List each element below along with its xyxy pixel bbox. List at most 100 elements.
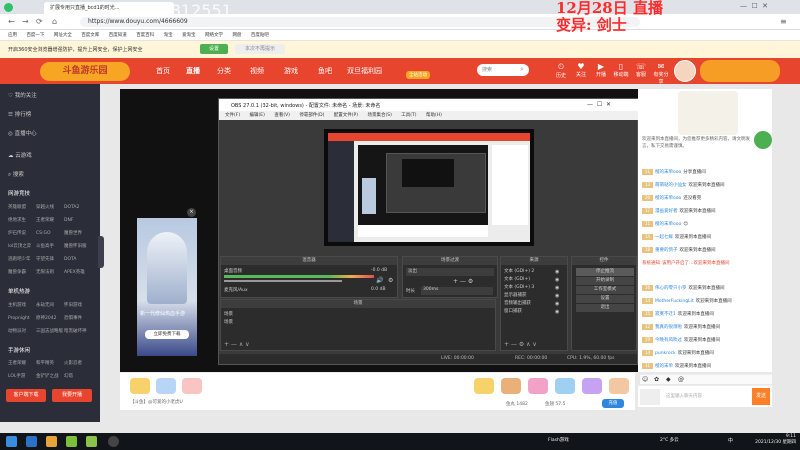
category-row[interactable]: 英雄联盟 穿越火线 DOTA2 xyxy=(8,204,96,210)
nav-fishbar[interactable]: 鱼吧 xyxy=(318,66,332,76)
share-icon[interactable]: ✉ 有奖分享 xyxy=(652,62,670,85)
obs-preview[interactable] xyxy=(324,129,534,246)
search-icon[interactable]: ⌕ xyxy=(520,65,524,74)
obs-menu-profile[interactable]: 配置文件(P) xyxy=(334,113,358,118)
gift-item-icon[interactable] xyxy=(609,378,629,394)
bookmark-item[interactable]: 淘宝 xyxy=(164,33,173,38)
bookmark-item[interactable]: 爱淘宝 xyxy=(182,33,196,38)
source-item[interactable]: 音频输出捕获 xyxy=(504,300,531,306)
ime-language[interactable]: 中 xyxy=(728,437,733,444)
category-row[interactable]: 魔兽争霸 无限法则 APEX英雄 xyxy=(8,269,96,275)
forward-icon[interactable]: → xyxy=(22,17,29,26)
fan-badge-icon[interactable]: ◆ xyxy=(666,376,671,383)
ad-close-icon[interactable]: × xyxy=(187,208,196,217)
scene-item[interactable]: 场景 xyxy=(224,311,233,317)
obs-menu-tools[interactable]: 工具(T) xyxy=(401,113,416,118)
gift-item-icon[interactable] xyxy=(130,378,150,394)
source-item[interactable]: 显示器捕获 xyxy=(504,292,527,298)
stop-streaming-button[interactable]: 停止推流 xyxy=(576,268,634,276)
nav-video[interactable]: 视频 xyxy=(250,66,264,76)
nav-home[interactable]: 首页 xyxy=(156,66,170,76)
source-item[interactable]: 窗口捕获 xyxy=(504,308,522,314)
obs-menu-scenes[interactable]: 场景集合(S) xyxy=(367,113,391,118)
source-item[interactable]: 文本 (GDI+) 3 xyxy=(504,284,534,290)
sidebar-collapse-handle[interactable] xyxy=(98,236,104,268)
bookmark-item[interactable]: 百度文库 xyxy=(81,33,99,38)
nav-category[interactable]: 分类 xyxy=(217,66,231,76)
nav-event[interactable]: 双旦福利园 xyxy=(347,66,382,76)
mixer-volume-slider[interactable] xyxy=(224,280,342,282)
source-item[interactable]: 文本 (GDI+) xyxy=(504,276,530,282)
site-logo[interactable]: 斗鱼游乐园 xyxy=(40,62,130,81)
gear-icon[interactable]: ⚙ xyxy=(388,277,393,284)
gift-item-icon[interactable] xyxy=(182,378,202,394)
category-row[interactable]: LOL手游 金铲铲之战 幻塔 xyxy=(8,373,96,379)
bookmark-item[interactable]: 百度贴吧 xyxy=(251,33,269,38)
app-icon[interactable] xyxy=(86,436,97,447)
category-row[interactable]: 逃跑吧少年 守望先锋 DOTA xyxy=(8,256,96,262)
file-explorer-icon[interactable] xyxy=(46,436,57,447)
sidebar-item-search[interactable]: ⌕ 搜索 xyxy=(8,170,24,179)
transition-add-remove[interactable]: + — ⚙ xyxy=(453,278,473,285)
start-live-button[interactable]: 我要开播 xyxy=(52,389,92,402)
gift-item-icon[interactable] xyxy=(501,378,521,394)
follow-icon[interactable]: ♥ 关注 xyxy=(572,62,590,78)
category-row[interactable]: 王者荣耀 和平精英 火影忍者 xyxy=(8,360,96,366)
obs-window-controls[interactable]: — ☐ ✕ xyxy=(587,101,611,108)
category-row[interactable]: 主机游戏 永劫无间 怀旧游戏 xyxy=(8,302,96,308)
obs-menu-file[interactable]: 文件(F) xyxy=(225,113,240,118)
source-add-remove-controls[interactable]: + — ⚙ ∧ ∨ xyxy=(504,341,537,348)
flash-game-label[interactable]: Flash游戏 xyxy=(548,437,569,443)
history-icon[interactable]: ⏲ 历史 xyxy=(552,62,570,79)
start-recording-button[interactable]: 开始录制 xyxy=(576,277,634,285)
obs-menu-help[interactable]: 帮助(H) xyxy=(426,113,442,118)
back-icon[interactable]: ← xyxy=(8,17,15,26)
nav-live[interactable]: 直播 xyxy=(186,66,200,76)
bookmark-item[interactable]: 应用 xyxy=(8,33,17,38)
send-button[interactable]: 发送 xyxy=(752,388,770,405)
recharge-button[interactable]: 充值 xyxy=(602,399,624,408)
mobile-icon[interactable]: ▯ 移动端 xyxy=(612,62,630,78)
speaker-icon[interactable]: 🔊 xyxy=(376,277,383,284)
refresh-icon[interactable]: ⟳ xyxy=(36,17,43,26)
user-avatar[interactable] xyxy=(674,60,696,82)
home-icon[interactable]: ⌂ xyxy=(52,17,57,26)
window-controls[interactable]: — ☐ ✕ xyxy=(740,2,768,10)
gift-icon[interactable]: ✿ xyxy=(654,376,659,383)
obs-taskbar-icon[interactable] xyxy=(108,436,119,447)
category-row[interactable]: lol云顶之弈 斗鱼高手 魔兽怀旧服 xyxy=(8,243,96,249)
obs-menu-docks[interactable]: 停靠部件(D) xyxy=(299,113,324,118)
taskbar-clock[interactable]: 9:11 2021/12/30 星期四 xyxy=(752,434,796,445)
scene-add-remove-controls[interactable]: + — ∧ ∨ xyxy=(224,341,250,348)
gift-item-icon[interactable] xyxy=(528,378,548,394)
sidebar-item-cloudgame[interactable]: ☁ 云游戏 xyxy=(8,151,32,159)
eye-icon[interactable]: ◉ ◉ ◉ ◉ ◉ ◉ xyxy=(555,268,559,316)
browser-ie-icon[interactable] xyxy=(26,436,37,447)
gift-item-icon[interactable] xyxy=(474,378,494,394)
service-icon[interactable]: ☏ 客服 xyxy=(632,62,650,78)
nav-game[interactable]: 游戏 xyxy=(284,66,298,76)
obs-menu-edit[interactable]: 编辑(E) xyxy=(250,113,265,118)
sidebar-item-follow[interactable]: ♡ 我的关注 xyxy=(8,91,37,99)
transition-select[interactable]: 淡出 xyxy=(406,268,494,276)
bookmark-item[interactable]: 网址大全 xyxy=(54,33,72,38)
bookmark-item[interactable]: 网盘 xyxy=(232,33,241,38)
client-download-button[interactable]: 客户端下载 xyxy=(6,389,46,402)
windows-start-icon[interactable] xyxy=(6,436,17,447)
gift-item-icon[interactable] xyxy=(555,378,575,394)
notice-settings-button[interactable]: 设置 xyxy=(200,44,228,54)
nav-event-badge[interactable]: 全站活动 xyxy=(406,71,430,79)
ad-download-button[interactable]: 立即免费下载 xyxy=(145,330,189,339)
broadcast-icon[interactable]: ▶ 开播 xyxy=(592,62,610,78)
at-icon[interactable]: @ xyxy=(678,376,684,383)
category-row[interactable]: Propnight 原神2042 恐惧事件 xyxy=(8,315,96,321)
bookmark-item[interactable]: 百度一下 xyxy=(26,33,44,38)
studio-mode-button[interactable]: 工作室模式 xyxy=(576,286,634,294)
game-advertisement[interactable]: × 新一代修仙热血手游 立即免费下载 xyxy=(137,208,197,356)
source-item[interactable]: 文本 (GDI+) 2 xyxy=(504,268,534,274)
gift-item-icon[interactable] xyxy=(156,378,176,394)
category-row[interactable]: 绝地求生 王者荣耀 DNF xyxy=(8,217,96,223)
360-browser-icon[interactable] xyxy=(66,436,77,447)
menu-icon[interactable]: ≡ xyxy=(780,17,787,26)
category-row[interactable]: 动物派对 三国志战略版暗黑破坏神 xyxy=(8,328,96,334)
